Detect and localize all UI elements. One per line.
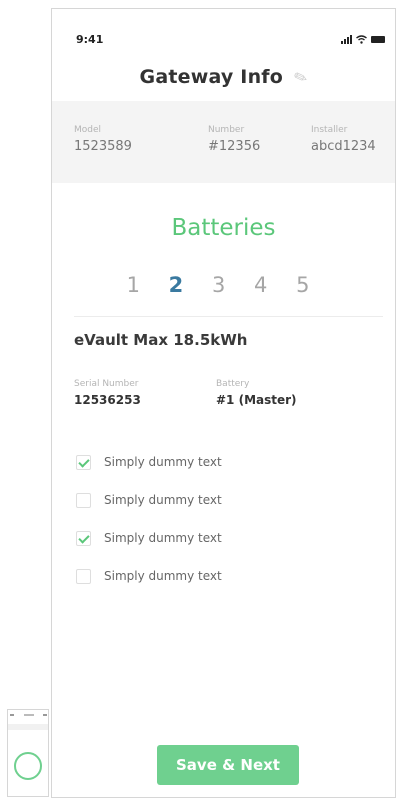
divider	[74, 316, 383, 317]
signal-icon	[341, 34, 352, 44]
page-5[interactable]: 5	[296, 273, 320, 297]
thumbnail-strip	[8, 724, 48, 730]
product-name: eVault Max 18.5kWh	[74, 331, 248, 349]
serial-number-value: 12536253	[74, 393, 141, 407]
serial-number-label: Serial Number	[74, 379, 139, 389]
thumbnail-preview	[7, 709, 49, 797]
page-4[interactable]: 4	[254, 273, 278, 297]
phone-screen: 9:41 Gateway Info ✎ Model 1523589 Number…	[51, 8, 396, 798]
page-title: Gateway Info	[139, 66, 284, 88]
status-bar: 9:41	[52, 31, 395, 47]
checkbox-checked[interactable]	[76, 454, 91, 470]
page-2-active[interactable]: 2	[169, 273, 195, 297]
checkbox-unchecked[interactable]	[76, 492, 91, 508]
checkbox-checked[interactable]	[76, 530, 91, 546]
checklist-label: Simply dummy text	[104, 531, 222, 545]
wifi-icon	[356, 34, 367, 44]
status-icons	[341, 34, 385, 44]
number-label: Number	[208, 125, 245, 135]
page-3[interactable]: 3	[212, 273, 236, 297]
checkbox-unchecked[interactable]	[76, 568, 91, 584]
installer-field: Installer abcd1234	[311, 125, 376, 154]
gateway-info-strip: Model 1523589 Number #12356 Installer ab…	[52, 101, 395, 183]
checklist-item[interactable]: Simply dummy text	[76, 557, 222, 595]
serial-number-field: Serial Number 12536253	[74, 379, 141, 407]
model-field: Model 1523589	[74, 125, 132, 154]
checklist-item[interactable]: Simply dummy text	[76, 443, 222, 481]
battery-field: Battery #1 (Master)	[216, 379, 297, 407]
battery-value: #1 (Master)	[216, 393, 297, 407]
thumbnail-header-icon	[10, 714, 47, 716]
model-value: 1523589	[74, 139, 132, 154]
number-field: Number #12356	[208, 125, 260, 154]
checklist-label: Simply dummy text	[104, 455, 222, 469]
battery-icon	[371, 35, 385, 43]
pencil-icon[interactable]: ✎	[291, 66, 310, 89]
model-label: Model	[74, 125, 102, 135]
thumbnail-scan-icon	[14, 752, 42, 780]
batteries-title: Batteries	[171, 215, 276, 241]
checklist: Simply dummy text Simply dummy text Simp…	[76, 443, 222, 595]
installer-label: Installer	[311, 125, 348, 135]
save-next-button[interactable]: Save & Next	[157, 745, 299, 785]
checklist-item[interactable]: Simply dummy text	[76, 519, 222, 557]
battery-label: Battery	[216, 379, 250, 389]
battery-pager: 1 2 3 4 5	[52, 273, 395, 297]
checklist-label: Simply dummy text	[104, 569, 222, 583]
page-header: Gateway Info ✎	[52, 66, 395, 89]
number-value: #12356	[208, 139, 261, 154]
checklist-label: Simply dummy text	[104, 493, 222, 507]
page-1[interactable]: 1	[127, 273, 151, 297]
checklist-item[interactable]: Simply dummy text	[76, 481, 222, 519]
status-time: 9:41	[76, 32, 104, 46]
installer-value: abcd1234	[311, 139, 376, 154]
